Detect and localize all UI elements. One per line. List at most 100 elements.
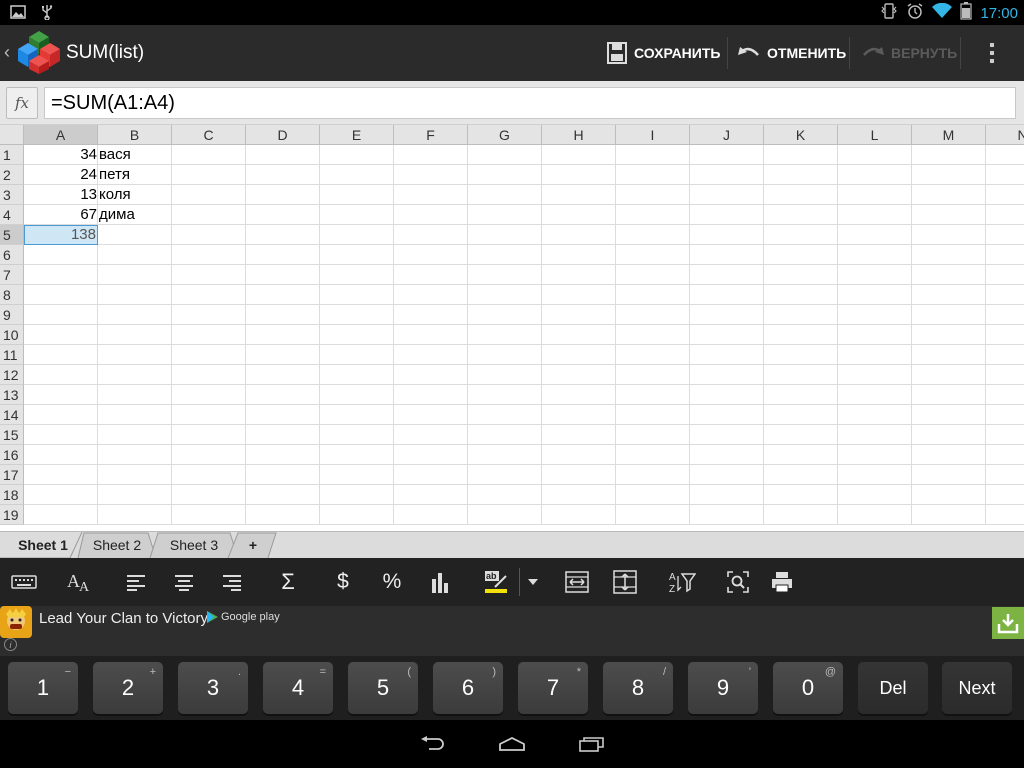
grid-cell[interactable] bbox=[838, 265, 912, 285]
grid-cell[interactable] bbox=[986, 245, 1024, 265]
grid-cell[interactable] bbox=[986, 305, 1024, 325]
app-logo-icon[interactable] bbox=[16, 29, 62, 75]
grid-cell[interactable] bbox=[616, 505, 690, 525]
grid-cell[interactable] bbox=[98, 465, 172, 485]
grid-cell[interactable] bbox=[838, 325, 912, 345]
grid-cell[interactable] bbox=[24, 405, 98, 425]
grid-cell[interactable] bbox=[616, 285, 690, 305]
grid-cell[interactable] bbox=[172, 445, 246, 465]
grid-cell[interactable] bbox=[24, 445, 98, 465]
back-chevron-icon[interactable]: ‹ bbox=[4, 42, 10, 63]
grid-cell[interactable] bbox=[394, 305, 468, 325]
grid-cell[interactable] bbox=[394, 185, 468, 205]
grid-cell[interactable] bbox=[986, 345, 1024, 365]
grid-cell[interactable] bbox=[986, 285, 1024, 305]
grid-cell[interactable] bbox=[320, 445, 394, 465]
grid-cell[interactable] bbox=[986, 185, 1024, 205]
column-header[interactable]: E bbox=[320, 125, 394, 145]
grid-cell[interactable] bbox=[838, 305, 912, 325]
grid-cell[interactable] bbox=[172, 145, 246, 165]
grid-cell[interactable] bbox=[246, 485, 320, 505]
recent-apps-icon[interactable] bbox=[572, 730, 612, 758]
grid-cell[interactable] bbox=[986, 145, 1024, 165]
grid-cell[interactable] bbox=[172, 385, 246, 405]
grid-cell[interactable] bbox=[172, 405, 246, 425]
grid-cell[interactable] bbox=[616, 405, 690, 425]
grid-cell[interactable] bbox=[246, 325, 320, 345]
grid-cell[interactable] bbox=[98, 365, 172, 385]
grid-cell[interactable] bbox=[468, 265, 542, 285]
grid-cell[interactable] bbox=[912, 425, 986, 445]
grid-cell[interactable] bbox=[394, 405, 468, 425]
grid-cell[interactable] bbox=[468, 505, 542, 525]
grid-cell[interactable] bbox=[394, 265, 468, 285]
grid-cell[interactable] bbox=[246, 265, 320, 285]
grid-cell[interactable] bbox=[838, 345, 912, 365]
grid-cell[interactable] bbox=[320, 205, 394, 225]
grid-cell[interactable] bbox=[690, 165, 764, 185]
chart-icon[interactable] bbox=[420, 558, 460, 606]
selected-cell[interactable]: 138 bbox=[24, 225, 98, 245]
grid-cell[interactable] bbox=[98, 285, 172, 305]
grid-cell[interactable] bbox=[542, 325, 616, 345]
grid-cell[interactable] bbox=[764, 285, 838, 305]
grid-cell[interactable] bbox=[542, 405, 616, 425]
grid-cell[interactable] bbox=[616, 425, 690, 445]
grid-cell[interactable] bbox=[542, 285, 616, 305]
grid-cell[interactable] bbox=[838, 465, 912, 485]
grid-cell[interactable] bbox=[394, 385, 468, 405]
grid-cell[interactable] bbox=[764, 425, 838, 445]
grid-cell[interactable] bbox=[616, 345, 690, 365]
grid-cell[interactable] bbox=[986, 225, 1024, 245]
redo-button[interactable]: ВЕРНУТЬ bbox=[861, 25, 957, 81]
key-7[interactable]: 7 * bbox=[518, 662, 588, 714]
grid-cell[interactable] bbox=[172, 305, 246, 325]
grid-cell[interactable] bbox=[320, 425, 394, 445]
grid-cell[interactable] bbox=[764, 225, 838, 245]
align-left-icon[interactable] bbox=[116, 558, 156, 606]
grid-cell[interactable] bbox=[690, 205, 764, 225]
grid-cell[interactable] bbox=[468, 345, 542, 365]
grid-cell[interactable] bbox=[246, 165, 320, 185]
grid-cell[interactable] bbox=[468, 205, 542, 225]
grid-cell[interactable] bbox=[172, 285, 246, 305]
grid-cell[interactable] bbox=[912, 145, 986, 165]
grid-cell[interactable] bbox=[690, 405, 764, 425]
grid-cell[interactable] bbox=[468, 485, 542, 505]
grid-cell[interactable] bbox=[912, 225, 986, 245]
grid-cell[interactable] bbox=[616, 205, 690, 225]
grid-cell[interactable] bbox=[838, 185, 912, 205]
grid-cell[interactable] bbox=[24, 365, 98, 385]
formula-input[interactable]: =SUM(A1:A4) bbox=[44, 87, 1016, 119]
row-header[interactable]: 18 bbox=[0, 485, 24, 505]
function-button[interactable]: fx bbox=[6, 87, 38, 119]
grid-cell[interactable] bbox=[838, 405, 912, 425]
grid-cell[interactable] bbox=[98, 505, 172, 525]
grid-cell[interactable] bbox=[838, 145, 912, 165]
ad-banner[interactable]: Lead Your Clan to Victory Google play i bbox=[0, 606, 1024, 656]
grid-cell[interactable] bbox=[838, 225, 912, 245]
key-2[interactable]: 2 + bbox=[93, 662, 163, 714]
key-4[interactable]: 4 = bbox=[263, 662, 333, 714]
grid-cell[interactable] bbox=[394, 165, 468, 185]
grid-cell[interactable] bbox=[542, 145, 616, 165]
grid-cell[interactable] bbox=[542, 485, 616, 505]
cell-value[interactable]: петя bbox=[98, 165, 172, 185]
grid-cell[interactable] bbox=[246, 465, 320, 485]
row-header[interactable]: 15 bbox=[0, 425, 24, 445]
grid-cell[interactable] bbox=[24, 385, 98, 405]
key-5[interactable]: 5( bbox=[348, 662, 418, 714]
grid-cell[interactable] bbox=[838, 445, 912, 465]
grid-cell[interactable] bbox=[764, 445, 838, 465]
grid-cell[interactable] bbox=[542, 185, 616, 205]
grid-cell[interactable] bbox=[764, 405, 838, 425]
cell-value[interactable]: 34 bbox=[24, 145, 98, 165]
grid-cell[interactable] bbox=[394, 425, 468, 445]
key-3[interactable]: 3. bbox=[178, 662, 248, 714]
row-header[interactable]: 17 bbox=[0, 465, 24, 485]
grid-cell[interactable] bbox=[616, 385, 690, 405]
undo-button[interactable]: ОТМЕНИТЬ bbox=[737, 25, 846, 81]
grid-cell[interactable] bbox=[912, 485, 986, 505]
grid-cell[interactable] bbox=[320, 245, 394, 265]
download-icon[interactable] bbox=[992, 607, 1024, 639]
